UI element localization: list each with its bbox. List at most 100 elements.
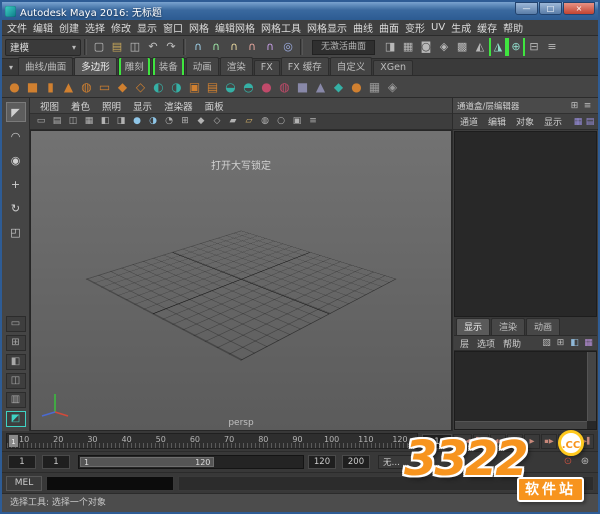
layer-editor-tab[interactable]: 渲染 [491, 318, 525, 335]
vertical-scrollbar[interactable] [587, 352, 596, 421]
undo-icon[interactable]: ↶ [144, 38, 162, 56]
wireframe-icon[interactable]: ▱ [242, 115, 256, 128]
layout-two-pane-icon[interactable]: ◧ [6, 354, 26, 370]
snap-to-grid-icon[interactable]: ∩ [189, 38, 207, 56]
film-gate-icon[interactable]: ◑ [146, 115, 160, 128]
gpu-cache-icon[interactable]: ⊟ [525, 38, 543, 56]
bookmarks-icon[interactable]: ▦ [82, 115, 96, 128]
isolate-select-icon[interactable]: ≡ [306, 115, 320, 128]
range-slider[interactable]: 1 120 [78, 455, 304, 469]
go-to-end-button[interactable]: ▶▶▌ [575, 434, 594, 449]
shelf-poly-disc-icon[interactable]: ◆ [114, 78, 131, 96]
layout-three-pane-icon[interactable]: ▥ [6, 392, 26, 408]
snap-to-plane-icon[interactable]: ∩ [243, 38, 261, 56]
layer-editor-tab[interactable]: 显示 [456, 318, 490, 335]
snap-to-surface-icon[interactable]: ∩ [261, 38, 279, 56]
viewport-menu-item[interactable]: 着色 [65, 99, 96, 113]
menu-item[interactable]: UV [428, 22, 448, 33]
shelf-tab[interactable]: 雕刻 [118, 57, 151, 75]
menu-item[interactable]: 曲面 [376, 20, 402, 35]
playback-range-bar[interactable]: 1 120 [80, 457, 214, 467]
menu-item[interactable]: 创建 [56, 20, 82, 35]
scale-tool-icon[interactable]: ◰ [6, 222, 26, 242]
animation-start-field[interactable] [8, 455, 36, 469]
current-frame-indicator[interactable]: 1 [9, 435, 18, 447]
titlebar[interactable]: Autodesk Maya 2016: 无标题 — □ × [2, 2, 598, 20]
channel-display-icon[interactable]: ▦ [572, 117, 584, 127]
image-plane-icon[interactable]: ◧ [98, 115, 112, 128]
field-chart-icon[interactable]: ◆ [194, 115, 208, 128]
render-settings-icon[interactable]: ◈ [435, 38, 453, 56]
channel-box-menu-item[interactable]: 编辑 [483, 115, 511, 128]
shelf-poly-cube-icon[interactable]: ■ [24, 78, 41, 96]
editor-layout-icon[interactable]: ≡ [543, 38, 561, 56]
menu-item[interactable]: 选择 [82, 20, 108, 35]
step-forward-frame-button[interactable]: ▶▌ [558, 434, 574, 449]
horizontal-scrollbar[interactable] [455, 421, 587, 429]
safe-title-icon[interactable]: ▰ [226, 115, 240, 128]
shelf-poly-sphere-icon[interactable]: ● [6, 78, 23, 96]
select-tool-icon[interactable]: ◤ [6, 102, 26, 122]
play-forwards-button[interactable]: ▶ [524, 434, 540, 449]
new-layer-from-selected-icon[interactable]: ▦ [582, 338, 595, 348]
menu-item[interactable]: 显示 [134, 20, 160, 35]
menu-item[interactable]: 帮助 [500, 20, 526, 35]
new-layer-icon[interactable]: ◧ [568, 338, 581, 348]
layer-editor-tab-icon[interactable]: ≡ [581, 101, 594, 111]
menu-item[interactable]: 文件 [4, 20, 30, 35]
channel-box-content[interactable] [454, 131, 597, 317]
viewport-menu-item[interactable]: 渲染器 [158, 99, 199, 113]
shelf-poly-pipe-icon[interactable]: ◇ [132, 78, 149, 96]
shelf-tab[interactable]: FX 缓存 [281, 57, 329, 75]
close-button[interactable]: × [563, 2, 595, 15]
shelf-multi-cut-icon[interactable]: ■ [294, 78, 311, 96]
shelf-separate-icon[interactable]: ▤ [204, 78, 221, 96]
rotate-tool-icon[interactable]: ↻ [6, 198, 26, 218]
shelf-quad-draw-icon[interactable]: ◆ [330, 78, 347, 96]
channel-box-menu-item[interactable]: 显示 [539, 115, 567, 128]
step-forward-key-button[interactable]: ▪▶ [541, 434, 557, 449]
safe-action-icon[interactable]: ◇ [210, 115, 224, 128]
viewport-menu-item[interactable]: 视图 [34, 99, 65, 113]
move-layer-up-icon[interactable]: ▧ [540, 338, 553, 348]
layout-single-pane-icon[interactable]: ▭ [6, 316, 26, 332]
layout-four-pane-icon[interactable]: ⊞ [6, 335, 26, 351]
shelf-poly-cone-icon[interactable]: ▲ [60, 78, 77, 96]
channel-box-menu-item[interactable]: 通道 [455, 115, 483, 128]
menu-item[interactable]: 网格工具 [258, 20, 304, 35]
grid-toggle-icon[interactable]: ● [130, 115, 144, 128]
channel-settings-icon[interactable]: ▤ [584, 117, 596, 127]
shelf-tab[interactable]: 渲染 [220, 57, 253, 75]
lock-camera-icon[interactable]: ▤ [50, 115, 64, 128]
channel-box-menu-item[interactable]: 对象 [511, 115, 539, 128]
layer-list[interactable] [454, 351, 597, 430]
shelf-combine-icon[interactable]: ▣ [186, 78, 203, 96]
layer-editor-menu-item[interactable]: 层 [456, 337, 473, 350]
play-backwards-button[interactable]: ◀ [507, 434, 523, 449]
menu-item[interactable]: 曲线 [350, 20, 376, 35]
shelf-extrude-icon[interactable]: ◑ [168, 78, 185, 96]
shelf-sculpt-icon[interactable]: ▦ [366, 78, 383, 96]
lights-icon[interactable]: ▣ [290, 115, 304, 128]
shelf-tab[interactable]: 动画 [186, 57, 219, 75]
minimize-button[interactable]: — [515, 2, 538, 15]
menu-item[interactable]: 网格显示 [304, 20, 350, 35]
pipeline-cache-icon[interactable]: ⊕ [507, 38, 525, 56]
maximize-button[interactable]: □ [539, 2, 562, 15]
playback-end-field[interactable] [308, 455, 336, 469]
render-view-icon[interactable]: ◨ [381, 38, 399, 56]
make-live-icon[interactable]: ◎ [279, 38, 297, 56]
layer-editor-menu-item[interactable]: 选项 [473, 337, 499, 350]
menu-item[interactable]: 变形 [402, 20, 428, 35]
snap-to-point-icon[interactable]: ∩ [225, 38, 243, 56]
go-to-start-button[interactable]: ▌◀◀ [453, 434, 472, 449]
two-panes-icon[interactable]: ◨ [114, 115, 128, 128]
menu-item[interactable]: 网格 [186, 20, 212, 35]
command-language-button[interactable]: MEL [6, 476, 42, 491]
gate-mask-icon[interactable]: ⊞ [178, 115, 192, 128]
open-scene-icon[interactable]: ▤ [108, 38, 126, 56]
menu-item[interactable]: 缓存 [474, 20, 500, 35]
auto-keyframe-toggle-icon[interactable]: ⊙ [561, 455, 575, 469]
shelf-tab[interactable]: 曲线/曲面 [18, 57, 73, 75]
shelf-tab[interactable]: 多边形 [74, 57, 117, 75]
